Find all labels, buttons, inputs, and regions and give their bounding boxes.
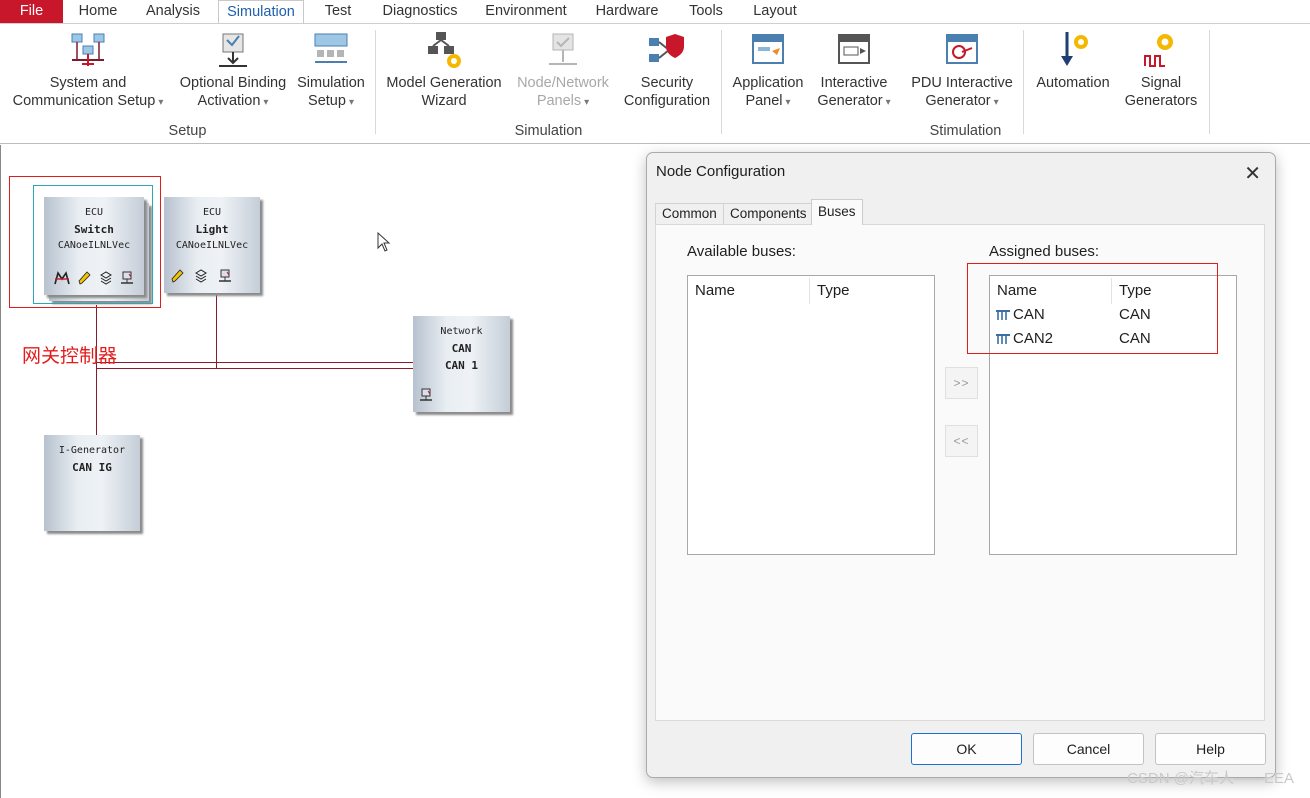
interactive-generator-icon bbox=[838, 34, 870, 64]
group-separator bbox=[1209, 30, 1210, 134]
edit-pencil-icon[interactable] bbox=[170, 268, 184, 287]
node-channel: CAN 1 bbox=[444, 359, 479, 372]
canoe-window: File Home Analysis Simulation Test Diagn… bbox=[0, 0, 1310, 798]
tab-tools[interactable]: Tools bbox=[680, 0, 732, 24]
dialog-title: Node Configuration bbox=[656, 163, 786, 180]
column-divider[interactable] bbox=[809, 278, 810, 304]
tab-common[interactable]: Common bbox=[655, 203, 724, 225]
tab-environment[interactable]: Environment bbox=[478, 0, 574, 24]
pdu-interactive-generator-button[interactable]: PDU Interactive Generator ▾ bbox=[904, 30, 1020, 112]
pdu-generator-icon bbox=[946, 34, 978, 64]
unassign-bus-button[interactable]: << bbox=[945, 425, 978, 457]
ribbon: System and Communication Setup ▾ Optional… bbox=[0, 23, 1310, 144]
available-buses-list[interactable]: Name Type bbox=[687, 275, 935, 555]
mouse-cursor-icon bbox=[377, 232, 391, 252]
network-port-icon[interactable] bbox=[419, 387, 433, 406]
tab-hardware[interactable]: Hardware bbox=[588, 0, 666, 24]
ecu-node-light[interactable]: ECU Light CANoeILNLVec bbox=[164, 197, 260, 293]
simulation-setup-icon bbox=[314, 33, 348, 63]
group-label-stimulation: Stimulation bbox=[929, 123, 1002, 139]
node-type: I-Generator bbox=[58, 445, 126, 456]
automation-icon bbox=[1061, 32, 1088, 66]
group-separator bbox=[721, 30, 722, 134]
tab-simulation[interactable]: Simulation bbox=[218, 0, 304, 24]
binding-icon bbox=[219, 33, 247, 67]
node-component: CANoeILNLVec bbox=[175, 240, 249, 251]
network-port-icon[interactable] bbox=[218, 268, 232, 287]
system-communication-setup-button[interactable]: System and Communication Setup ▾ bbox=[6, 30, 170, 112]
column-header-type[interactable]: Type bbox=[817, 282, 850, 299]
node-type: Network bbox=[440, 326, 483, 337]
bus-line-can bbox=[96, 368, 413, 369]
network-node-can[interactable]: Network CAN CAN 1 bbox=[413, 316, 510, 412]
tab-file[interactable]: File bbox=[0, 0, 63, 24]
group-separator bbox=[1023, 30, 1024, 134]
network-setup-icon bbox=[71, 33, 105, 66]
signal-generators-button[interactable]: Signal Generators bbox=[1120, 30, 1202, 110]
cancel-button[interactable]: Cancel bbox=[1033, 733, 1144, 765]
panels-icon bbox=[549, 33, 577, 65]
bus-wire bbox=[216, 295, 217, 369]
column-header-name[interactable]: Name bbox=[695, 282, 735, 299]
ok-button[interactable]: OK bbox=[911, 733, 1022, 765]
stack-layers-icon[interactable] bbox=[194, 268, 208, 287]
tab-buses[interactable]: Buses bbox=[811, 199, 863, 225]
available-buses-label: Available buses: bbox=[687, 243, 796, 260]
buses-tab-panel: Available buses: Assigned buses: Name Ty… bbox=[655, 224, 1265, 721]
assign-bus-button[interactable]: >> bbox=[945, 367, 978, 399]
group-label-simulation: Simulation bbox=[514, 123, 583, 139]
security-shield-icon bbox=[649, 34, 684, 62]
ribbon-tab-bar: File Home Analysis Simulation Test Diagn… bbox=[0, 0, 1310, 24]
security-configuration-button[interactable]: Security Configuration bbox=[620, 30, 714, 110]
group-separator bbox=[375, 30, 376, 134]
node-network-panels-button[interactable]: Node/Network Panels ▾ bbox=[512, 30, 614, 112]
tab-components[interactable]: Components bbox=[723, 203, 814, 225]
application-panel-icon bbox=[752, 34, 784, 64]
close-icon[interactable]: ✕ bbox=[1244, 161, 1261, 186]
assigned-buses-label: Assigned buses: bbox=[989, 243, 1100, 260]
igenerator-node[interactable]: I-Generator CAN IG bbox=[44, 435, 140, 531]
application-panel-button[interactable]: Application Panel ▾ bbox=[730, 30, 806, 112]
highlight-box bbox=[9, 176, 161, 308]
node-name: CAN IG bbox=[72, 461, 112, 474]
node-configuration-dialog: Node Configuration ✕ Common Components B… bbox=[646, 152, 1276, 778]
tab-analysis[interactable]: Analysis bbox=[140, 0, 206, 24]
node-name: Light bbox=[195, 223, 229, 236]
group-label-setup: Setup bbox=[168, 123, 207, 139]
help-button[interactable]: Help bbox=[1155, 733, 1266, 765]
tab-home[interactable]: Home bbox=[70, 0, 126, 24]
bus-line-can bbox=[96, 362, 413, 363]
optional-binding-activation-button[interactable]: Optional Binding Activation ▾ bbox=[178, 30, 288, 112]
bus-wire bbox=[96, 305, 97, 435]
gateway-controller-annotation: 网关控制器 bbox=[22, 346, 118, 367]
assigned-highlight-box bbox=[967, 263, 1218, 354]
model-wizard-icon bbox=[428, 32, 461, 68]
watermark: CSDN @汽车人——EEA bbox=[1127, 770, 1294, 787]
signal-generator-icon bbox=[1144, 34, 1173, 67]
automation-button[interactable]: Automation bbox=[1030, 30, 1116, 92]
tab-layout[interactable]: Layout bbox=[746, 0, 804, 24]
tab-test[interactable]: Test bbox=[314, 0, 362, 24]
simulation-setup-button[interactable]: Simulation Setup ▾ bbox=[294, 30, 368, 112]
node-type: ECU bbox=[202, 207, 222, 218]
node-name: CAN bbox=[451, 342, 472, 355]
interactive-generator-button[interactable]: Interactive Generator ▾ bbox=[810, 30, 898, 112]
tab-diagnostics[interactable]: Diagnostics bbox=[376, 0, 464, 24]
model-generation-wizard-button[interactable]: Model Generation Wizard bbox=[384, 30, 504, 110]
